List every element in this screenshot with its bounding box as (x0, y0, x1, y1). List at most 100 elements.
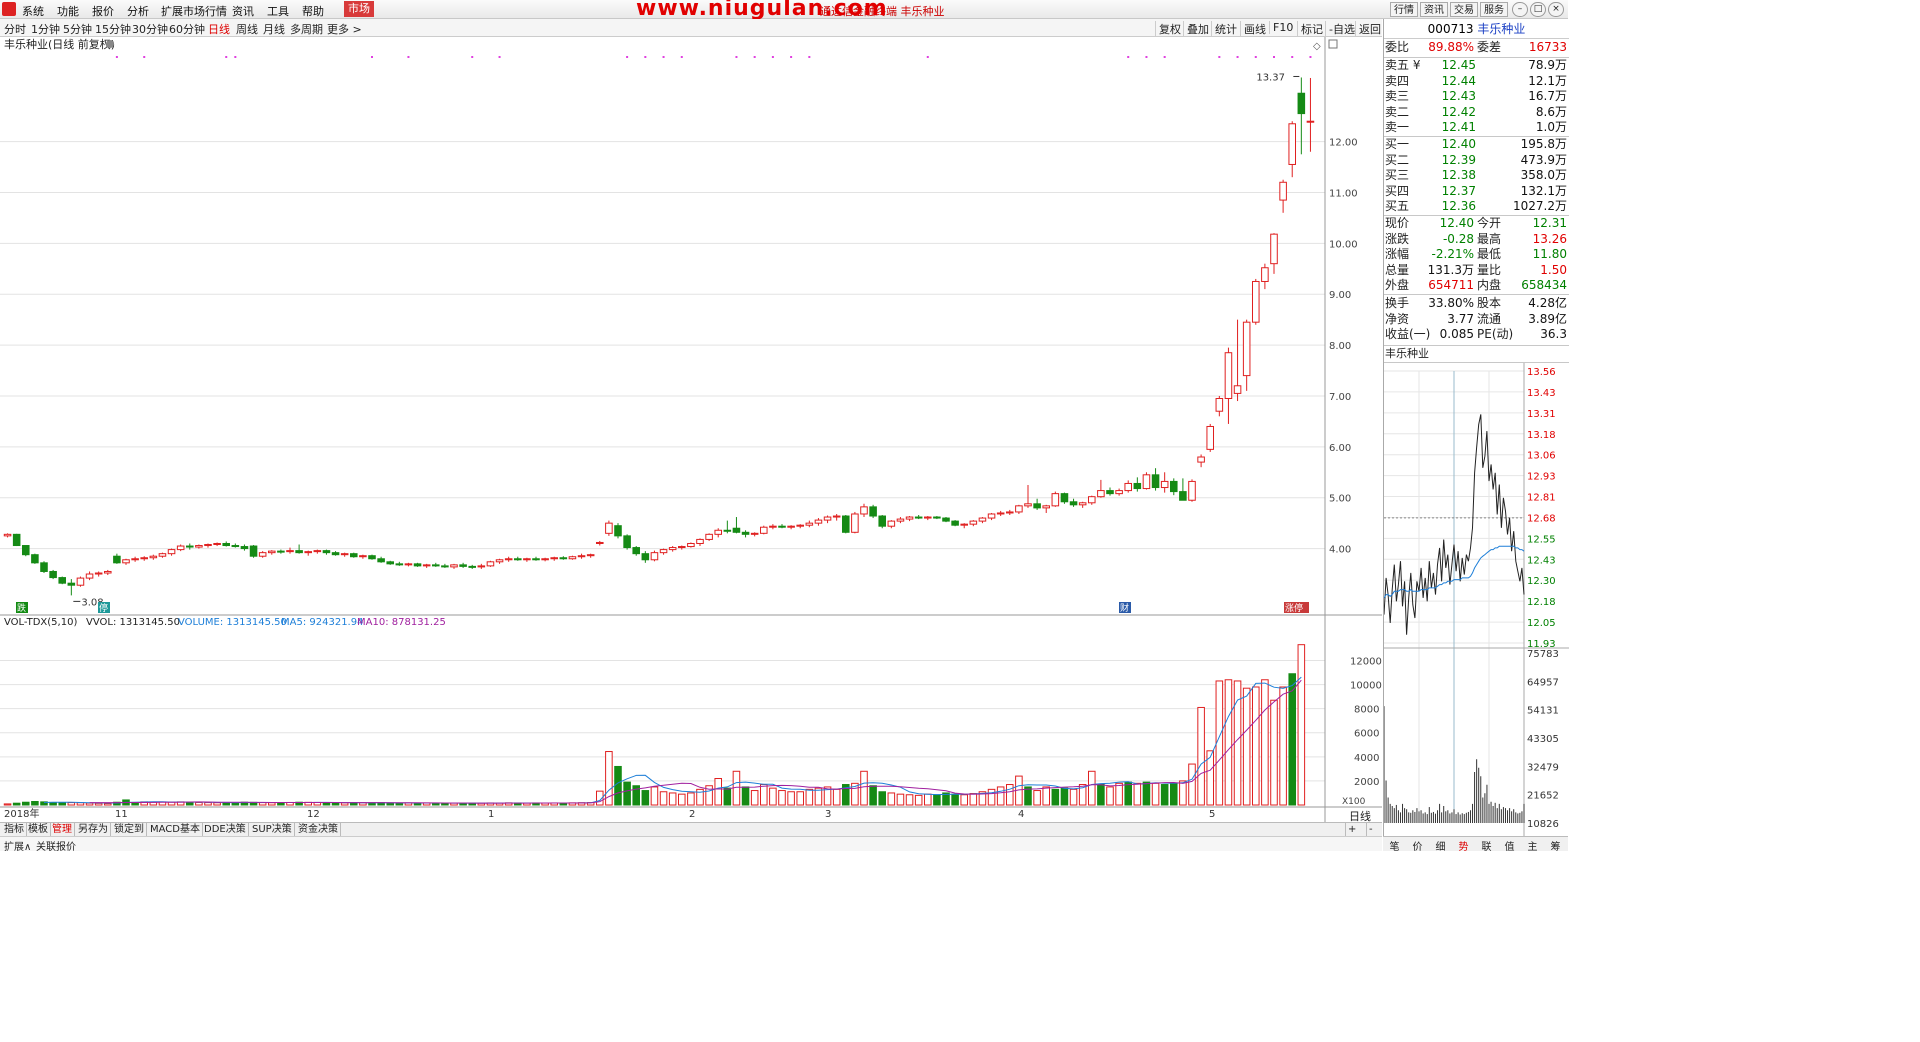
sell-level-row[interactable]: 卖一 12.41 1.0万 (1384, 120, 1569, 136)
candle[interactable] (486, 560, 495, 567)
volume-bar[interactable] (340, 802, 349, 806)
volume-bar[interactable] (796, 791, 805, 806)
tab-save-as[interactable]: 另存为 (76, 823, 111, 837)
volume-bar[interactable] (869, 785, 877, 806)
candle[interactable] (841, 515, 850, 534)
volume-bar[interactable] (923, 793, 932, 806)
buy-level-row[interactable]: 买四 12.37 132.1万 (1384, 184, 1569, 200)
qtab-value[interactable]: 值 (1498, 838, 1521, 853)
sell-level-row[interactable]: 卖四 12.44 12.1万 (1384, 74, 1569, 90)
period-tab-weekly[interactable]: 周线 (236, 21, 258, 37)
expand-toggle[interactable]: 扩展∧ (4, 838, 31, 853)
volume-bar[interactable] (58, 802, 67, 806)
menu-item-function[interactable]: 功能 (57, 3, 79, 19)
volume-bar[interactable] (659, 791, 668, 806)
volume-bar[interactable] (741, 786, 750, 806)
period-tab-15min[interactable]: 15分钟 (95, 21, 131, 37)
volume-bar[interactable] (1179, 780, 1187, 806)
button-overlay[interactable]: 叠加 (1183, 21, 1209, 37)
candle[interactable] (12, 533, 21, 547)
button-draw[interactable]: 画线 (1240, 21, 1266, 37)
volume-bar[interactable] (805, 788, 814, 806)
qtab-trend[interactable]: 势 (1452, 838, 1475, 853)
volume-bar[interactable] (12, 802, 21, 806)
volume-bar[interactable] (76, 802, 85, 806)
qtab-main[interactable]: 主 (1521, 838, 1544, 853)
volume-bar[interactable] (1242, 687, 1251, 806)
buy-level-row[interactable]: 买五 12.36 1027.2万 (1384, 199, 1569, 215)
volume-bar[interactable] (1279, 686, 1287, 806)
period-tab-daily[interactable]: 日线 (208, 21, 230, 37)
candle[interactable] (40, 561, 48, 574)
volume-bar[interactable] (996, 786, 1005, 806)
volume-bar[interactable] (641, 790, 650, 806)
candle[interactable] (942, 517, 950, 523)
candle[interactable] (878, 515, 887, 529)
candle[interactable] (1251, 278, 1260, 325)
volume-bar[interactable] (213, 802, 221, 806)
tab-fund[interactable]: 资金决策 (296, 823, 341, 837)
volume-bar[interactable] (687, 792, 695, 806)
volume-bar[interactable] (1069, 788, 1078, 806)
volume-bar[interactable] (1033, 790, 1041, 806)
qtab-trades[interactable]: 笔 (1383, 838, 1406, 853)
volume-bar[interactable] (1106, 786, 1114, 806)
volume-bar[interactable] (1169, 782, 1178, 806)
volume-bar[interactable] (21, 801, 30, 806)
volume-bar[interactable] (85, 802, 94, 806)
volume-bar[interactable] (677, 793, 686, 806)
volume-bar[interactable] (1188, 763, 1196, 806)
tab-lock-to[interactable]: 锁定到 (112, 823, 147, 837)
buy-level-row[interactable]: 买三 12.38 358.0万 (1384, 168, 1569, 184)
period-tab-30min[interactable]: 30分钟 (132, 21, 168, 37)
volume-bar[interactable] (67, 802, 76, 806)
volume-bar[interactable] (3, 803, 12, 806)
volume-bar[interactable] (94, 802, 103, 806)
qtab-price[interactable]: 价 (1406, 838, 1429, 853)
sell-level-row[interactable]: 卖五 ¥ 12.45 78.9万 (1384, 58, 1569, 74)
candle[interactable] (1188, 479, 1196, 502)
period-tab-more[interactable]: 更多 > (327, 21, 362, 37)
candle[interactable] (614, 523, 622, 539)
menu-item-market[interactable]: 市场 (344, 1, 374, 17)
volume-bar[interactable] (778, 790, 786, 806)
volume-bar[interactable] (951, 793, 959, 806)
volume-bar[interactable] (832, 788, 841, 806)
volume-bar[interactable] (860, 770, 868, 806)
volume-bar[interactable] (1042, 786, 1051, 806)
period-tab-multi[interactable]: 多周期 (290, 21, 323, 37)
candle[interactable] (851, 511, 859, 534)
tab-template[interactable]: 模板 (26, 823, 51, 837)
volume-bar[interactable] (31, 801, 39, 806)
volume-bar[interactable] (1060, 787, 1069, 806)
volume-bar[interactable] (1087, 770, 1096, 806)
volume-bar[interactable] (887, 792, 896, 806)
period-tab-monthly[interactable]: 月线 (263, 21, 285, 37)
volume-bar[interactable] (1160, 784, 1169, 806)
tab-macd[interactable]: MACD基本 (148, 823, 203, 837)
tab-indicator[interactable]: 指标 (2, 823, 27, 837)
candle[interactable] (368, 554, 376, 560)
toolbar-button-quotes[interactable]: 行情 (1390, 2, 1418, 17)
candle[interactable] (1060, 492, 1069, 504)
toolbar-button-news[interactable]: 资讯 (1420, 2, 1448, 17)
candle[interactable] (1051, 491, 1060, 507)
volume-bar[interactable] (185, 801, 194, 806)
minimize-icon[interactable]: – (1512, 2, 1528, 17)
quote-header[interactable]: 000713 丰乐种业 (1384, 19, 1569, 39)
button-stats[interactable]: 统计 (1211, 21, 1237, 37)
volume-bar[interactable] (1115, 782, 1123, 806)
volume-bar[interactable] (1005, 784, 1014, 806)
intraday-chart[interactable]: 13.56 13.43 13.31 13.18 13.06 12.93 12.81 12.68… (1384, 363, 1569, 836)
volume-bar[interactable] (750, 790, 759, 806)
candle[interactable] (249, 545, 258, 558)
candle[interactable] (759, 525, 768, 535)
toolbar-button-service[interactable]: 服务 (1480, 2, 1508, 17)
candle[interactable] (705, 533, 713, 541)
volume-bar[interactable] (1197, 706, 1205, 806)
volume-bar[interactable] (878, 791, 887, 806)
volume-bar[interactable] (769, 787, 777, 806)
period-tab-60min[interactable]: 60分钟 (169, 21, 205, 37)
candle[interactable] (869, 504, 877, 519)
volume-bar[interactable] (1251, 686, 1260, 806)
